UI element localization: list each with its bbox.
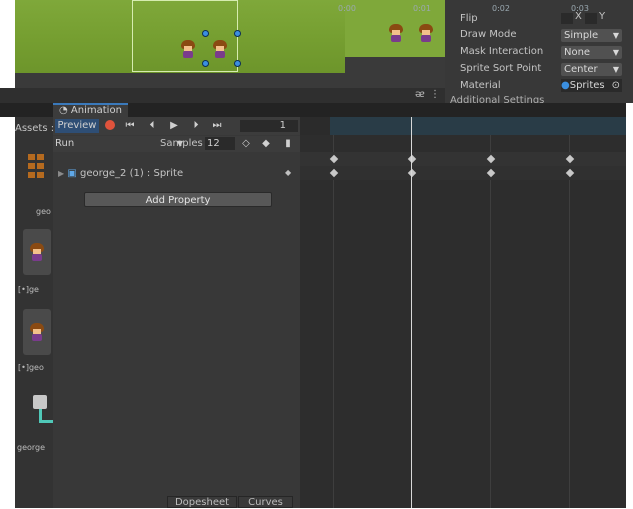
game-view <box>345 0 445 88</box>
scene-bottom-bar <box>15 73 345 88</box>
inspector-label-mask: Mask Interaction <box>460 46 544 57</box>
inspector-label-draw-mode: Draw Mode <box>460 29 517 40</box>
animation-tab-label: Animation <box>70 105 122 116</box>
ruler-label: 0:03 <box>571 4 589 13</box>
animator-controller-icon[interactable] <box>33 395 47 409</box>
draw-mode-dropdown[interactable]: Simple ▼ <box>561 29 622 42</box>
asset-label: [•]geo <box>18 363 44 372</box>
rect-handle[interactable] <box>202 60 209 67</box>
project-panel: Assets : geo [•]ge [•]geo george <box>15 117 53 508</box>
record-icon[interactable] <box>105 120 115 130</box>
dopesheet-tab[interactable]: Dopesheet <box>167 496 237 508</box>
animator-link-icon <box>39 409 53 423</box>
left-margin <box>0 117 15 508</box>
animation-icon: ◔ <box>59 105 68 116</box>
property-name: george_2 (1) : Sprite <box>79 168 184 179</box>
preview-button[interactable]: Preview <box>55 119 99 133</box>
curves-tab[interactable]: Curves <box>238 496 293 508</box>
sprite-renderer-icon: ▣ <box>67 168 77 179</box>
object-picker-icon[interactable]: ⊙ <box>612 79 620 92</box>
right-margin <box>626 103 633 508</box>
flip-y-label: Y <box>599 11 606 22</box>
mask-value: None <box>564 47 591 58</box>
selection-rect[interactable] <box>132 0 238 72</box>
chevron-down-icon: ▼ <box>612 65 619 74</box>
view-toolbar: ᴂ ⋮ <box>0 88 445 103</box>
sprite-thumb[interactable] <box>23 309 51 355</box>
character-sprite-selected[interactable] <box>212 40 228 58</box>
inspector-label-sort-point: Sprite Sort Point <box>460 63 542 74</box>
character-sprite[interactable] <box>180 40 196 58</box>
sprite-thumb[interactable] <box>23 229 51 275</box>
material-field[interactable]: ●Sprites ⊙ <box>561 79 622 92</box>
chevron-down-icon: ▼ <box>612 48 619 57</box>
clip-name: Run <box>55 138 75 149</box>
sort-point-dropdown[interactable]: Center ▼ <box>561 63 622 76</box>
grid-line <box>490 135 491 508</box>
character-sprite <box>418 24 434 42</box>
rect-handle[interactable] <box>234 60 241 67</box>
asset-label: geo <box>36 207 51 216</box>
animation-tab[interactable]: ◔ Animation <box>53 103 128 117</box>
samples-label: Samples <box>160 138 203 149</box>
keyframe-icon[interactable]: ◇ <box>239 137 253 151</box>
rect-handle[interactable] <box>202 30 209 37</box>
skip-start-icon[interactable]: ⏮ <box>123 119 137 133</box>
grid-line <box>569 135 570 508</box>
asset-label: [•]ge <box>18 285 39 294</box>
sort-point-value: Center <box>564 64 598 75</box>
inspector-label-material: Material <box>460 80 501 91</box>
inspector-panel: Flip X Y Draw Mode Simple ▼ Mask Interact… <box>445 0 633 106</box>
play-icon[interactable]: ▶ <box>167 119 181 133</box>
playhead[interactable] <box>411 117 412 508</box>
property-keyframe-row <box>300 166 626 180</box>
asset-label: george <box>17 443 46 452</box>
foldout-arrow-icon[interactable]: ▶ <box>58 169 64 178</box>
material-value: Sprites <box>569 80 605 91</box>
add-property-button[interactable]: Add Property <box>84 192 272 207</box>
sprite-sheet-thumb[interactable] <box>28 154 44 182</box>
add-keyframe-icon[interactable]: ◆ <box>259 137 273 151</box>
summary-keyframe-row <box>300 152 626 166</box>
scene-view[interactable] <box>15 0 345 88</box>
ruler-label: 0:01 <box>413 4 431 13</box>
skip-end-icon[interactable]: ⏭ <box>209 119 225 133</box>
ruler-label: 0:00 <box>338 4 356 13</box>
grid-line <box>333 135 334 508</box>
flip-x-checkbox[interactable] <box>561 13 573 24</box>
frame-input[interactable]: 1 <box>240 120 298 132</box>
property-row[interactable]: ▶ ▣ george_2 (1) : Sprite <box>58 168 183 179</box>
keyframe-icon[interactable]: ◆ <box>285 168 291 177</box>
kebab-menu-icon[interactable]: ⋮ <box>430 89 440 100</box>
mask-interaction-dropdown[interactable]: None ▼ <box>561 46 622 59</box>
add-event-icon[interactable]: ▮ <box>281 137 295 151</box>
timeline-ruler[interactable] <box>330 117 626 135</box>
step-back-icon[interactable]: ⏴ <box>145 119 159 133</box>
character-sprite <box>388 24 404 42</box>
chevron-down-icon: ▼ <box>612 31 619 40</box>
flip-y-checkbox[interactable] <box>585 13 597 24</box>
rect-handle[interactable] <box>234 30 241 37</box>
ruler-label: 0:02 <box>492 4 510 13</box>
draw-mode-value: Simple <box>564 30 599 41</box>
ruler-gutter <box>300 117 330 135</box>
step-forward-icon[interactable]: ⏵ <box>189 119 203 133</box>
material-icon: ● <box>561 80 570 91</box>
assets-breadcrumb[interactable]: Assets : <box>15 123 53 134</box>
inspector-label-flip: Flip <box>460 13 478 24</box>
lock-icon[interactable]: ᴂ <box>415 89 425 100</box>
samples-input[interactable]: 12 <box>205 137 235 150</box>
